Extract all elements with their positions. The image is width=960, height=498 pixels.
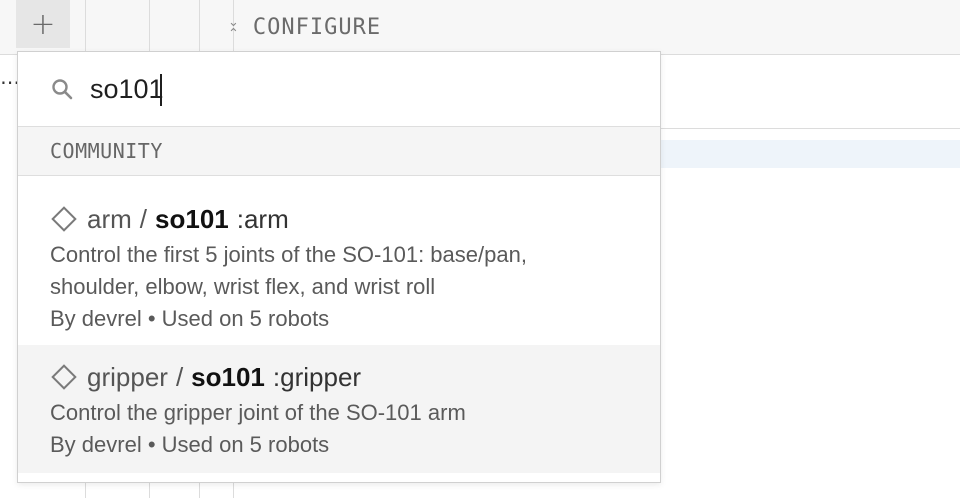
highlighted-row — [660, 140, 960, 168]
add-button[interactable]: + — [16, 0, 70, 48]
result-namespace: gripper — [87, 361, 168, 392]
result-name: so101 — [191, 361, 265, 392]
list-footer — [18, 473, 660, 482]
result-description: Control the gripper joint of the SO-101 … — [50, 400, 466, 425]
result-title: arm / so101 :arm — [50, 199, 660, 239]
list-item[interactable]: arm / so101 :arm Control the first 5 joi… — [18, 177, 660, 345]
search-icon — [52, 79, 73, 100]
result-meta: By devrel • Used on 5 robots — [50, 306, 330, 331]
section-title: COMMUNITY — [50, 139, 163, 163]
result-suffix: :gripper — [272, 361, 362, 392]
list-item[interactable]: gripper / so101 :gripper Control the gri… — [18, 345, 660, 473]
result-name: so101 — [155, 203, 229, 234]
search-row — [18, 52, 660, 127]
result-title: gripper / so101 :gripper — [50, 357, 660, 397]
search-input[interactable] — [90, 70, 610, 108]
result-separator: / — [175, 361, 184, 392]
section-header: COMMUNITY — [18, 127, 660, 176]
collapse-icon[interactable]: ⌄ ⌄ — [228, 16, 239, 39]
text-caret — [160, 74, 162, 106]
configure-header[interactable]: ⌄ ⌄ CONFIGURE — [228, 0, 381, 54]
configure-label: CONFIGURE — [252, 14, 382, 40]
top-toolbar — [0, 0, 960, 55]
result-description: Control the first 5 joints of the SO-101… — [50, 242, 527, 299]
result-meta: By devrel • Used on 5 robots — [50, 432, 330, 457]
row-divider — [660, 128, 960, 129]
result-suffix: :arm — [236, 203, 289, 234]
diamond-icon — [51, 364, 77, 390]
result-namespace: arm — [87, 203, 132, 234]
result-separator: / — [139, 203, 148, 234]
diamond-icon — [51, 206, 77, 232]
search-dropdown: COMMUNITY arm / so101 :arm Control the f… — [17, 51, 661, 483]
